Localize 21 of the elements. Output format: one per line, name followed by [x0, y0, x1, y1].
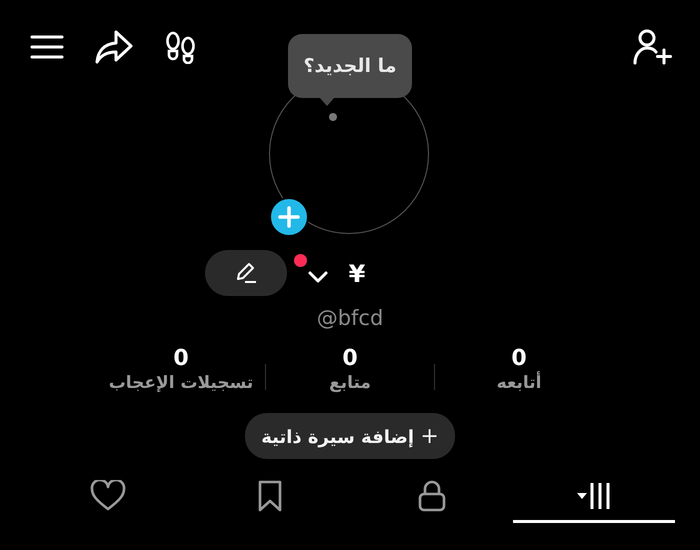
stat-count: 0	[173, 346, 189, 371]
add-user-icon[interactable]	[632, 28, 674, 66]
chevron-down-icon[interactable]	[306, 270, 329, 284]
stat-count: 0	[511, 346, 527, 371]
edit-button[interactable]	[204, 250, 287, 296]
add-bio-button[interactable]: + إضافة سيرة ذاتية	[245, 413, 455, 459]
bookmark-icon	[256, 478, 284, 512]
currency-symbol: ¥	[348, 260, 366, 288]
stat-count: 0	[342, 346, 358, 371]
menu-icon[interactable]	[30, 34, 64, 60]
add-button[interactable]	[269, 197, 309, 237]
tooltip-text: ما الجديد؟	[304, 55, 396, 77]
stat-label: تسجيلات الإعجاب	[108, 373, 254, 393]
share-icon[interactable]	[94, 29, 134, 65]
heart-icon	[90, 480, 126, 512]
stat-label: متابع	[329, 373, 371, 393]
footprints-icon[interactable]	[164, 30, 198, 64]
lock-icon	[417, 478, 447, 512]
small-dot	[329, 113, 337, 121]
stat-label: أتابعه	[496, 373, 542, 393]
username: @bfcd	[316, 306, 384, 330]
